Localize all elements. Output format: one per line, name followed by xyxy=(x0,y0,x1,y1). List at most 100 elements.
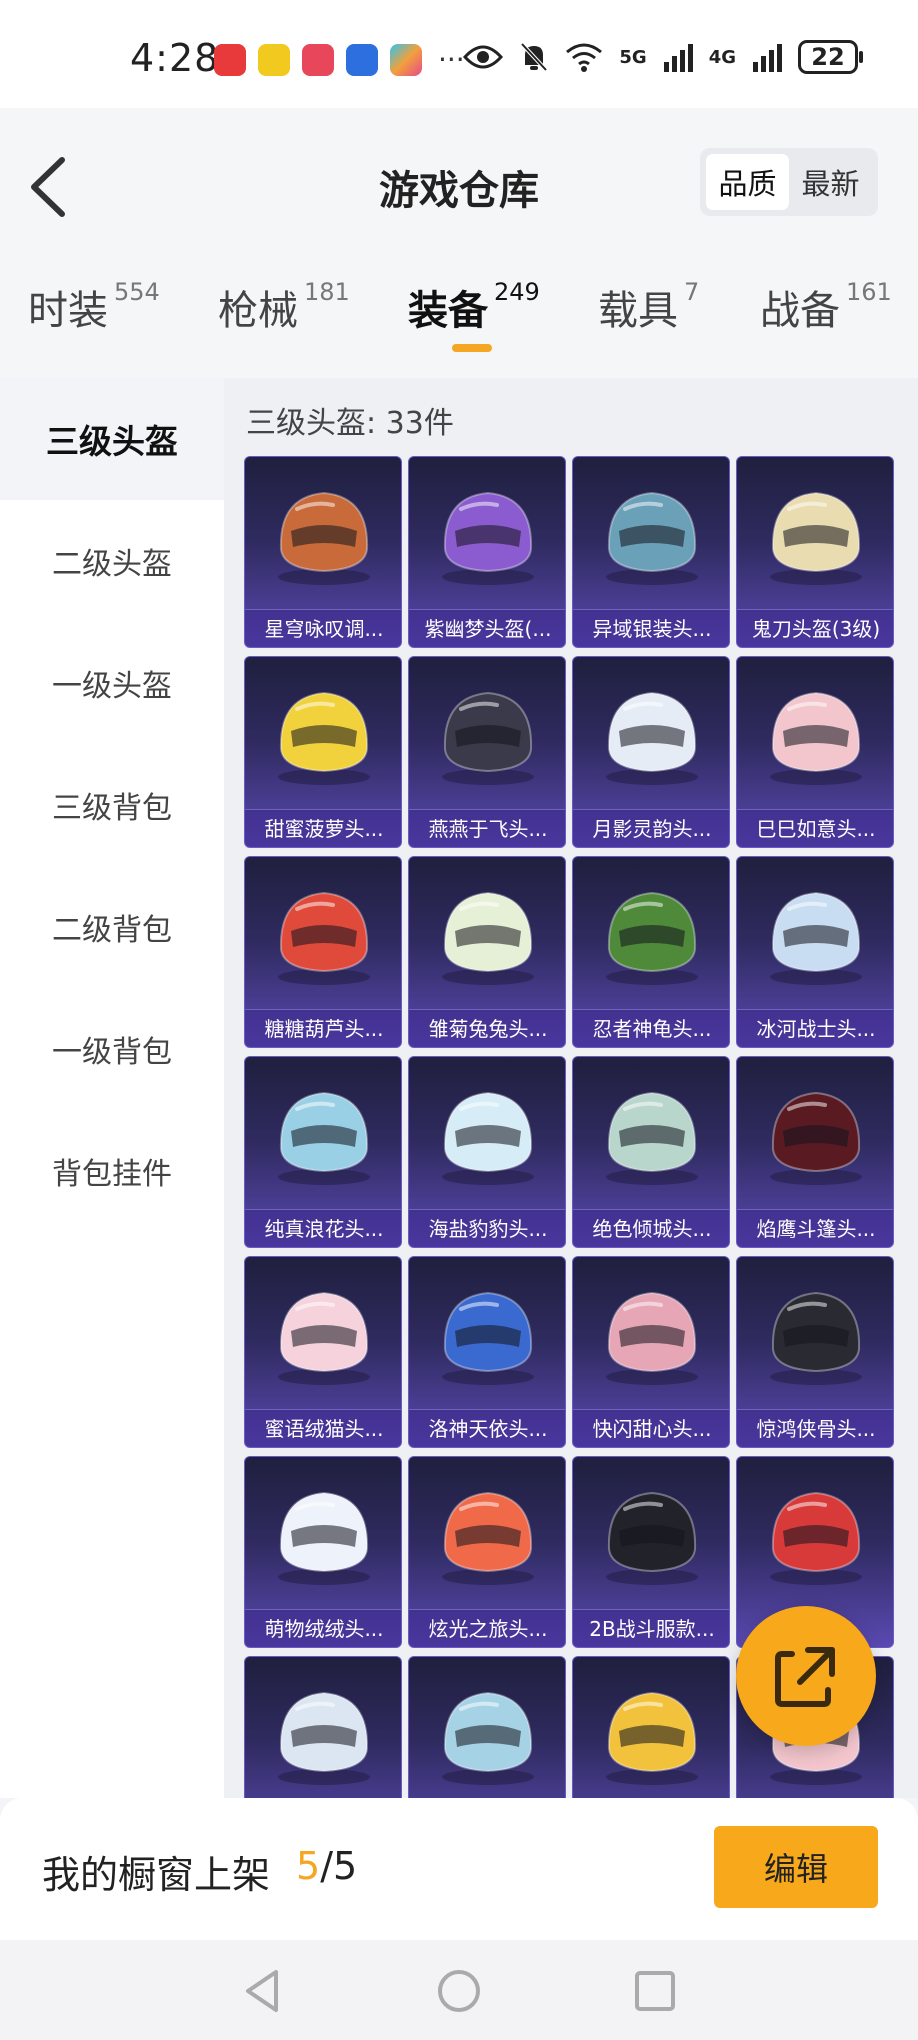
nav-home-icon[interactable] xyxy=(434,1966,484,2016)
sidebar-item-backpack-pendant[interactable]: 背包挂件 xyxy=(0,1110,224,1232)
huawei-app-icon xyxy=(214,44,246,76)
item-card[interactable]: 燕燕于飞头... xyxy=(408,656,566,848)
item-name: 冰河战士头... xyxy=(737,1009,893,1047)
network-5g-label: 5G xyxy=(619,46,647,68)
item-card[interactable]: 紫幽梦头盔(... xyxy=(408,456,566,648)
sidebar-item-level1-backpack[interactable]: 一级背包 xyxy=(0,988,224,1110)
item-name: 炫光之旅头... xyxy=(409,1609,565,1647)
sidebar-item-level3-helmet[interactable]: 三级头盔 xyxy=(0,378,224,500)
page-header: 游戏仓库 品质 最新 时装 554 枪械 181 装备 249 载具 7 战备 … xyxy=(0,108,918,378)
tab-count: 554 xyxy=(114,278,160,306)
item-card[interactable]: 雏菊兔兔头... xyxy=(408,856,566,1048)
helmet-icon xyxy=(442,1291,534,1385)
item-card[interactable] xyxy=(244,1656,402,1798)
helmet-icon xyxy=(278,1291,370,1385)
item-card[interactable]: 异域银装头... xyxy=(572,456,730,648)
sort-by-newest-button[interactable]: 最新 xyxy=(789,154,872,210)
showcase-total: /5 xyxy=(320,1844,358,1888)
item-card[interactable] xyxy=(572,1656,730,1798)
brush-app-icon xyxy=(390,44,422,76)
helmet-icon xyxy=(606,891,698,985)
helmet-icon xyxy=(606,491,698,585)
signal-5g-icon xyxy=(663,44,693,72)
tab-vehicles[interactable]: 载具 7 xyxy=(598,278,699,378)
tab-count: 161 xyxy=(846,278,892,306)
item-card[interactable]: 萌物绒绒头... xyxy=(244,1456,402,1648)
tab-battle-prep[interactable]: 战备 161 xyxy=(760,278,892,378)
item-card[interactable]: 糖糖葫芦头... xyxy=(244,856,402,1048)
item-card[interactable]: 炫光之旅头... xyxy=(408,1456,566,1648)
helmet-icon xyxy=(770,1291,862,1385)
wifi-icon xyxy=(566,43,603,72)
game-app-icon xyxy=(258,44,290,76)
item-name: 洛神天依头... xyxy=(409,1409,565,1447)
item-card[interactable]: 纯真浪花头... xyxy=(244,1056,402,1248)
sidebar-item-level2-backpack[interactable]: 二级背包 xyxy=(0,866,224,988)
item-card[interactable]: 洛神天依头... xyxy=(408,1256,566,1448)
tab-label: 装备 xyxy=(408,288,488,334)
edit-button[interactable]: 编辑 xyxy=(714,1826,878,1908)
showcase-bar: 我的橱窗上架 5/5 编辑 xyxy=(0,1798,918,1940)
helmet-icon xyxy=(442,691,534,785)
item-card[interactable] xyxy=(408,1656,566,1798)
tab-firearms[interactable]: 枪械 181 xyxy=(218,278,350,378)
helmet-icon xyxy=(278,1691,370,1785)
item-card[interactable]: 蜜语绒猫头... xyxy=(244,1256,402,1448)
helmet-icon xyxy=(442,491,534,585)
nav-recents-icon[interactable] xyxy=(630,1966,680,2016)
helmet-icon xyxy=(278,1091,370,1185)
nav-back-icon[interactable] xyxy=(238,1966,288,2016)
item-card[interactable]: 甜蜜菠萝头... xyxy=(244,656,402,848)
item-card[interactable]: 星穹咏叹调... xyxy=(244,456,402,648)
mute-bell-icon xyxy=(520,42,548,72)
bulb-app-icon xyxy=(346,44,378,76)
tab-label: 枪械 xyxy=(218,288,298,334)
item-name: 燕燕于飞头... xyxy=(409,809,565,847)
helmet-icon xyxy=(770,891,862,985)
tab-count: 7 xyxy=(684,278,700,306)
sort-toggle: 品质 最新 xyxy=(700,148,878,216)
item-card[interactable]: 惊鸿侠骨头... xyxy=(736,1256,894,1448)
item-card[interactable]: 冰河战士头... xyxy=(736,856,894,1048)
helmet-icon xyxy=(278,491,370,585)
item-card[interactable]: 鬼刀头盔(3级) xyxy=(736,456,894,648)
showcase-current: 5 xyxy=(296,1844,321,1888)
item-card[interactable]: 巳巳如意头... xyxy=(736,656,894,848)
item-name: 鬼刀头盔(3级) xyxy=(737,609,893,647)
tab-label: 战备 xyxy=(760,288,840,334)
sidebar-item-level3-backpack[interactable]: 三级背包 xyxy=(0,744,224,866)
battery-icon: 22 xyxy=(798,40,863,74)
item-name: 惊鸿侠骨头... xyxy=(737,1409,893,1447)
tab-equipment[interactable]: 装备 249 xyxy=(408,278,540,378)
item-name: 紫幽梦头盔(... xyxy=(409,609,565,647)
item-name: 绝色倾城头... xyxy=(573,1209,729,1247)
item-card[interactable]: 绝色倾城头... xyxy=(572,1056,730,1248)
item-card[interactable]: 忍者神龟头... xyxy=(572,856,730,1048)
helmet-icon xyxy=(770,491,862,585)
showcase-label: 我的橱窗上架 xyxy=(42,1853,271,1897)
item-name: 糖糖葫芦头... xyxy=(245,1009,401,1047)
item-name: 异域银装头... xyxy=(573,609,729,647)
sort-by-quality-button[interactable]: 品质 xyxy=(706,154,789,210)
sidebar-item-level1-helmet[interactable]: 一级头盔 xyxy=(0,622,224,744)
item-card[interactable]: 焰鹰斗篷头... xyxy=(736,1056,894,1248)
sidebar-item-level2-helmet[interactable]: 二级头盔 xyxy=(0,500,224,622)
item-name: 2B战斗服款... xyxy=(573,1609,729,1647)
item-card[interactable]: 2B战斗服款... xyxy=(572,1456,730,1648)
item-card[interactable]: 海盐豹豹头... xyxy=(408,1056,566,1248)
helmet-icon xyxy=(770,1091,862,1185)
item-card[interactable]: 快闪甜心头... xyxy=(572,1256,730,1448)
showcase-count: 5/5 xyxy=(296,1844,357,1888)
network-4g-label: 4G xyxy=(708,46,736,68)
tab-count: 249 xyxy=(494,278,540,306)
helmet-icon xyxy=(770,691,862,785)
share-button[interactable] xyxy=(736,1606,876,1746)
item-card[interactable]: 月影灵韵头... xyxy=(572,656,730,848)
tab-fashion[interactable]: 时装 554 xyxy=(28,278,160,378)
notification-icons: ··· xyxy=(214,44,465,76)
more-notifications-icon: ··· xyxy=(438,43,465,76)
item-name: 海盐豹豹头... xyxy=(409,1209,565,1247)
helmet-icon xyxy=(770,1491,862,1585)
item-name: 月影灵韵头... xyxy=(573,809,729,847)
tab-label: 时装 xyxy=(28,288,108,334)
